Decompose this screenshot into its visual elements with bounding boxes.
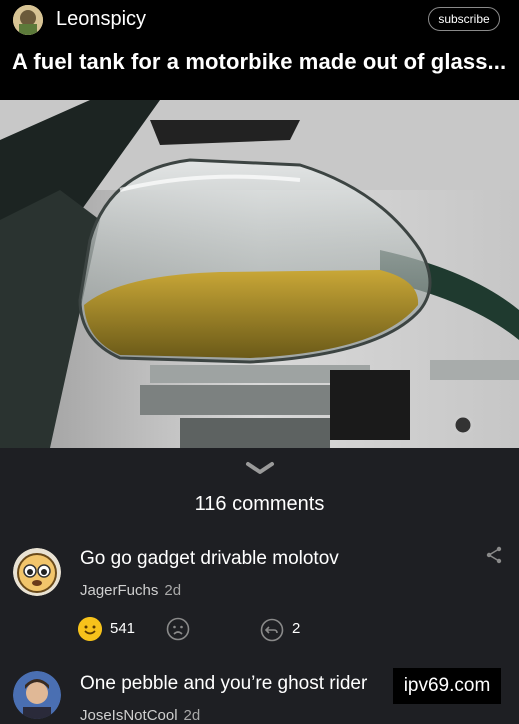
commenter-avatar[interactable] [13,548,61,596]
post-title: A fuel tank for a motorbike made out of … [12,49,507,74]
comment-age: 2d [183,707,201,724]
comment-author[interactable]: JagerFuchs [80,582,158,599]
comment-item: Go go gadget drivable molotov JagerFuchs… [0,540,519,650]
comment-text: One pebble and you’re ghost rider [80,673,368,694]
person-photo-avatar [13,671,61,719]
post-header: Leonspicy subscribe A fuel tank for a mo… [0,0,519,100]
sad-emoji-icon[interactable] [166,617,190,641]
comment-age: 2d [164,582,182,599]
post-image[interactable] [0,100,519,448]
comment-text: Go go gadget drivable molotov [80,548,339,569]
comment-author[interactable]: JoseIsNotCool [80,707,178,724]
reply-count: 2 [292,620,301,637]
worried-face-avatar [13,548,61,596]
smile-emoji-icon[interactable] [78,617,102,641]
chevron-down-icon[interactable] [244,460,276,476]
like-count: 541 [110,620,136,637]
commenter-avatar[interactable] [13,671,61,719]
subscribe-button[interactable]: subscribe [428,7,500,31]
reply-icon[interactable] [260,618,284,642]
share-icon[interactable] [484,545,504,565]
author-name[interactable]: Leonspicy [56,8,146,31]
author-avatar[interactable] [13,5,43,35]
comments-count: 116 comments [194,493,325,515]
author-avatar-image [13,5,43,35]
watermark-label: ipv69.com [393,668,501,704]
glass-fuel-tank-photo [0,100,519,448]
